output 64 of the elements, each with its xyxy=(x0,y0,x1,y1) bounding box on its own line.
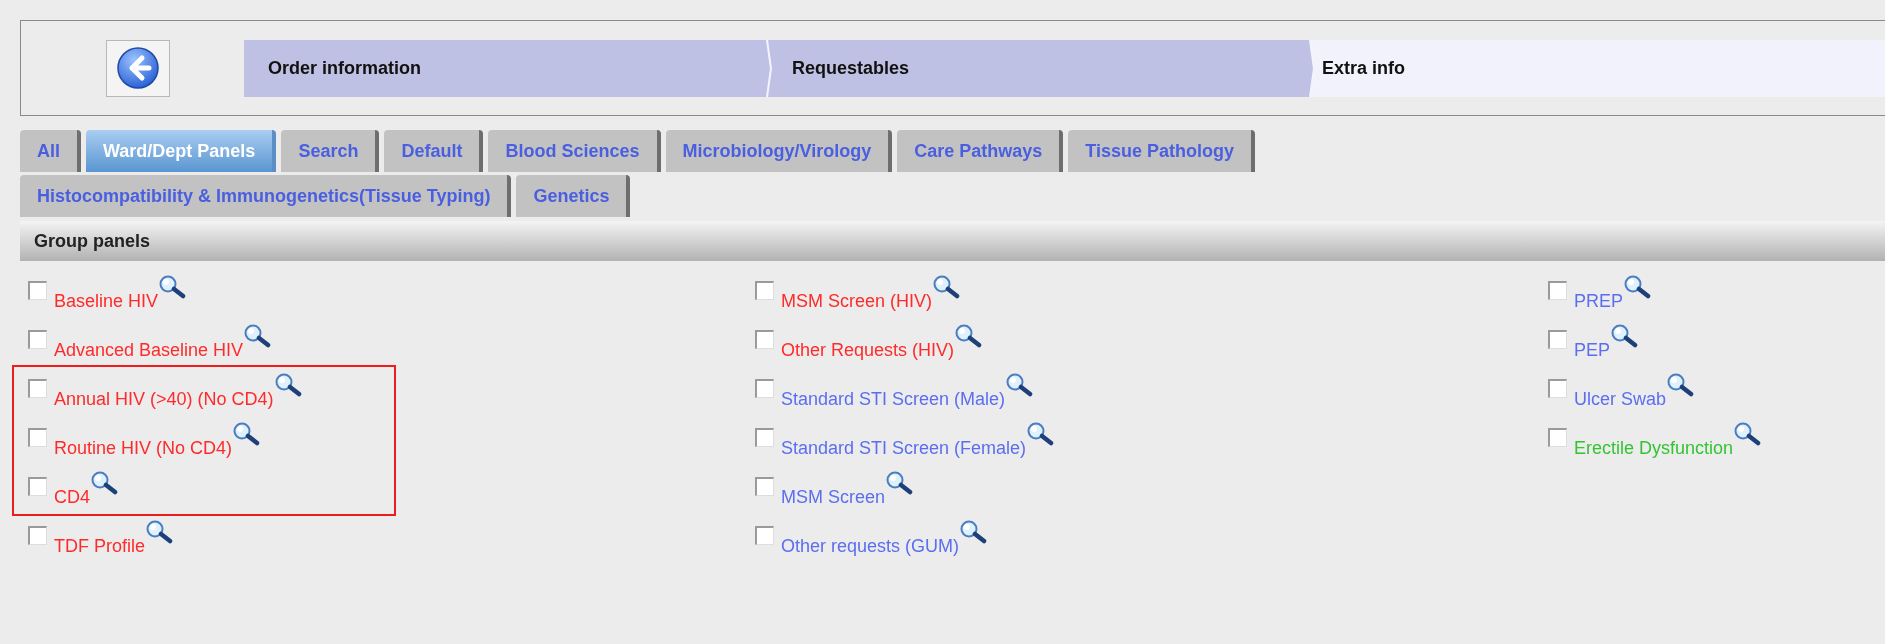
panel-link[interactable]: CD4 xyxy=(54,488,90,506)
tab[interactable]: Default xyxy=(384,130,484,172)
chevron-separator xyxy=(1284,39,1314,97)
section-title: Group panels xyxy=(34,229,150,253)
search-icon[interactable] xyxy=(1733,422,1762,446)
checkbox[interactable] xyxy=(28,281,47,300)
search-icon[interactable] xyxy=(273,373,302,397)
checkbox[interactable] xyxy=(755,330,774,349)
checkbox[interactable] xyxy=(755,428,774,447)
search-icon[interactable] xyxy=(1005,373,1034,397)
search-icon[interactable] xyxy=(158,275,187,299)
checkbox[interactable] xyxy=(28,526,47,545)
search-icon[interactable] xyxy=(1623,275,1652,299)
tab[interactable]: Microbiology/Virology xyxy=(665,130,893,172)
search-icon[interactable] xyxy=(90,471,118,495)
tab[interactable]: Ward/Dept Panels xyxy=(86,130,277,172)
checkbox[interactable] xyxy=(1548,281,1567,300)
checkbox[interactable] xyxy=(1548,330,1567,349)
search-icon[interactable] xyxy=(232,422,261,446)
checkbox[interactable] xyxy=(1548,379,1567,398)
panel-link[interactable]: Standard STI Screen (Female) xyxy=(781,439,1027,457)
breadcrumb-step[interactable]: Order information xyxy=(244,39,754,97)
tab[interactable]: Genetics xyxy=(516,175,631,217)
panel-link[interactable]: PEP xyxy=(1574,341,1611,359)
search-icon[interactable] xyxy=(243,324,272,348)
panel-link[interactable]: Annual HIV (>40) (No CD4) xyxy=(54,390,274,408)
panel-link[interactable]: PREP xyxy=(1574,292,1624,310)
search-icon[interactable] xyxy=(885,471,914,495)
checkbox[interactable] xyxy=(755,477,774,496)
tab[interactable]: All xyxy=(20,130,81,172)
panel-link[interactable]: Ulcer Swab xyxy=(1574,390,1667,408)
tab[interactable]: Search xyxy=(281,130,380,172)
panel-link[interactable]: Erectile Dysfunction xyxy=(1574,439,1734,457)
tab[interactable]: Care Pathways xyxy=(897,130,1064,172)
checkbox[interactable] xyxy=(1548,428,1567,447)
breadcrumb-step[interactable]: Extra info xyxy=(1314,39,1885,97)
panel-link[interactable]: MSM Screen xyxy=(781,488,886,506)
checkbox[interactable] xyxy=(28,477,47,496)
panel-link[interactable]: Advanced Baseline HIV xyxy=(54,341,244,359)
search-icon[interactable] xyxy=(954,324,983,348)
tab[interactable]: Blood Sciences xyxy=(488,130,661,172)
panel-link[interactable]: Baseline HIV xyxy=(54,292,159,310)
checkbox[interactable] xyxy=(755,281,774,300)
search-icon[interactable] xyxy=(145,520,173,544)
checkbox[interactable] xyxy=(28,428,47,447)
chevron-separator xyxy=(766,39,772,97)
search-icon[interactable] xyxy=(1610,324,1639,348)
search-icon[interactable] xyxy=(932,275,961,299)
search-icon[interactable] xyxy=(1666,373,1695,397)
panel-link[interactable]: Standard STI Screen (Male) xyxy=(781,390,1006,408)
tab[interactable]: Histocompatibility & Immunogenetics(Tissue Typing) xyxy=(20,175,512,217)
back-button[interactable] xyxy=(106,39,170,97)
panel-link[interactable]: TDF Profile xyxy=(54,537,145,555)
checkbox[interactable] xyxy=(755,379,774,398)
panel-link[interactable]: MSM Screen (HIV) xyxy=(781,292,933,310)
checkbox[interactable] xyxy=(28,379,47,398)
panel-link[interactable]: Other requests (GUM) xyxy=(781,537,960,555)
panel-link[interactable]: Routine HIV (No CD4) xyxy=(54,439,233,457)
search-icon[interactable] xyxy=(1026,422,1055,446)
panel-link[interactable]: Other Requests (HIV) xyxy=(781,341,955,359)
checkbox[interactable] xyxy=(28,330,47,349)
checkbox[interactable] xyxy=(755,526,774,545)
tab[interactable]: Tissue Pathology xyxy=(1068,130,1255,172)
search-icon[interactable] xyxy=(959,520,988,544)
